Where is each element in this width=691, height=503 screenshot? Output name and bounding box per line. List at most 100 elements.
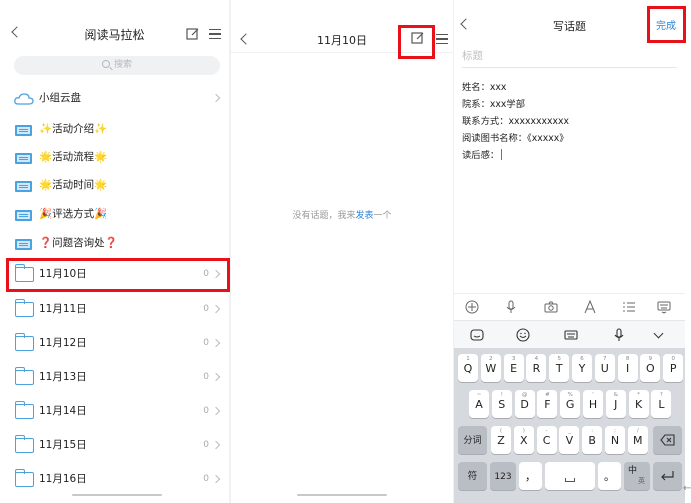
folder-icon [14,401,34,419]
chevron-right-icon [211,406,221,416]
key-h[interactable]: ' H [583,390,603,418]
key-secondary-label: ) [522,428,525,434]
key-o[interactable]: 9O [640,354,661,382]
key-y[interactable]: 6Y [572,354,592,382]
key-label: D [520,398,529,411]
key-e[interactable]: 3E [503,354,524,382]
voice-input-icon[interactable] [612,328,626,342]
key-label: K [634,398,643,411]
key-f[interactable]: # F [537,390,558,418]
key-b[interactable]: :B [582,426,603,454]
key-secondary-label: 1 [466,356,470,362]
key-j[interactable]: & J [605,390,626,418]
folder-item[interactable]: 11月16日 0 [0,463,229,496]
key-v[interactable]: _ V [559,426,580,454]
key-label: S [498,398,506,411]
key-label: W [485,362,497,375]
language-switch-key[interactable]: 中 英 [624,462,650,490]
keyboard-app-icon[interactable] [470,328,484,342]
search-input[interactable]: 搜索 [14,56,220,75]
key-secondary-label: 6 [580,356,584,362]
title-input[interactable]: 标题 [462,48,483,63]
key-l[interactable]: ? L [651,390,672,418]
microphone-icon[interactable] [504,300,518,314]
key-x[interactable]: ) X [513,426,534,454]
key-s[interactable]: ! S [491,390,512,418]
back-arrow-icon: ← [683,483,691,494]
key-secondary-label: 3 [511,356,516,362]
folder-icon [14,435,34,453]
folder-item[interactable]: 11月15日 0 [0,429,229,462]
cloud-icon [14,93,34,105]
font-style-icon[interactable] [583,300,597,314]
doc-label: ❓问题咨询处❓ [39,237,118,249]
key-label: H [588,398,598,411]
key-r[interactable]: 4R [526,354,547,382]
divider [462,67,677,68]
search-icon [101,60,110,68]
highlight-box-done [647,6,686,43]
backspace-key[interactable] [653,426,682,454]
key-label: U [600,362,609,375]
key-secondary-label: 2 [489,356,493,362]
compose-icon[interactable] [186,27,200,41]
list-icon[interactable] [622,300,636,314]
emoji-icon[interactable] [516,328,530,342]
key-label: E [510,362,518,375]
period-key[interactable]: 。 [598,462,621,490]
key-w[interactable]: 2W [480,354,501,382]
key-a[interactable]: ~ A [469,390,489,418]
folder-label: 11月12日 [39,337,87,349]
post-link[interactable]: 发表 [355,211,373,221]
folder-icon [14,367,34,385]
symbols-key[interactable]: 符 [458,462,487,490]
keyboard-hide-icon[interactable] [657,300,671,314]
segment-key[interactable]: 分词 [458,426,487,454]
key-k[interactable]: * K [628,390,649,418]
folder-label: 11月13日 [39,371,87,383]
content-textarea[interactable]: 姓名：xxx 院系：xxx学部 联系方式：xxxxxxxxxxx 阅读图书名称：… [462,79,569,164]
space-key[interactable] [545,462,595,490]
key-u[interactable]: 7U [594,354,615,382]
enter-key[interactable] [653,462,682,490]
key-d[interactable]: @ D [514,390,535,418]
space-icon [565,478,575,482]
folder-icon [14,299,34,317]
key-m[interactable]: / M [627,426,648,454]
document-icon [15,125,32,136]
key-secondary-label: @ [521,392,528,398]
key-q[interactable]: 1Q [458,354,478,382]
key-label: O [646,362,655,375]
cloud-drive-item[interactable]: 小组云盘 [0,82,229,115]
folder-item[interactable]: 11月12日 0 [0,327,229,360]
camera-icon[interactable] [544,300,558,314]
menu-icon[interactable] [209,29,221,39]
folder-item[interactable]: 11月11日 0 [0,293,229,326]
add-icon[interactable] [465,300,479,314]
folder-item[interactable]: 11月14日 0 [0,395,229,428]
comma-key[interactable]: ， [519,462,542,490]
menu-icon[interactable] [436,34,448,44]
folder-item[interactable]: 11月13日 0 [0,361,229,394]
keyboard-layout-icon[interactable] [564,328,578,342]
key-p[interactable]: 0P [663,354,684,382]
key-n[interactable]: ; N [605,426,625,454]
key-label: I [625,362,630,375]
key-g[interactable]: % G [560,390,581,418]
key-z[interactable]: (Z [491,426,511,454]
folder-topics-screen: 11月10日 没有话题，我来发表一个 [231,0,453,503]
home-indicator [72,494,162,496]
folder-label: 11月16日 [39,473,87,485]
list-item-doc[interactable]: ❓问题咨询处❓ [0,227,229,260]
numbers-key[interactable]: 123 [490,462,516,490]
highlight-box-compose [398,25,435,59]
key-t[interactable]: 5T [549,354,570,382]
chevron-right-icon [211,474,221,484]
backspace-icon [660,434,675,446]
document-icon [15,210,32,221]
key-secondary-label: 8 [625,356,630,362]
key-i[interactable]: 8I [617,354,638,382]
chevron-down-icon[interactable] [653,328,664,339]
keyboard-suggestion-bar [454,320,685,348]
key-c[interactable]: -C [536,426,557,454]
